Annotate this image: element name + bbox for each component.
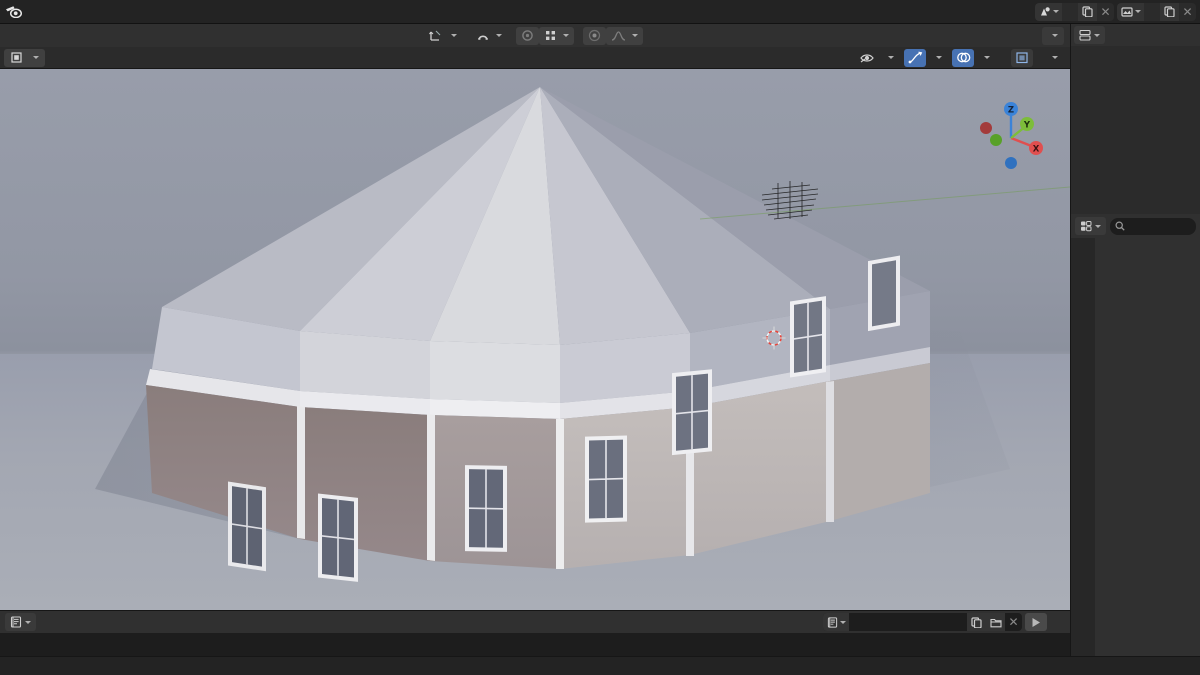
gizmo-y-label: Y [1023,121,1031,131]
close-icon[interactable]: ✕ [1005,613,1022,631]
navigation-gizmo[interactable]: Z X Y [974,101,1048,175]
visibility-eye-icon[interactable] [856,49,878,67]
3d-viewport[interactable]: Z X Y [0,69,1070,610]
xray-toggle-icon[interactable] [1011,48,1033,67]
topbar: ✕ ✕ [0,0,1200,24]
overlays-dropdown-chevron-icon[interactable] [976,49,998,67]
text-editor-type-dropdown[interactable] [5,613,36,631]
view-layer-icon[interactable] [1117,2,1144,21]
properties-editor[interactable] [1070,214,1200,656]
new-view-layer-icon[interactable] [1160,2,1179,21]
viewport-options-dropdown[interactable] [1042,26,1064,45]
snap-increment-icon[interactable] [539,26,574,45]
gizmo-icon[interactable] [904,48,926,67]
open-folder-icon[interactable] [986,613,1005,631]
blender-window: ✕ ✕ Z X Y ✕ [0,0,1200,675]
properties-header [1071,214,1200,238]
topbar-datablocks: ✕ ✕ [1035,2,1200,21]
outliner-editor[interactable] [1070,24,1200,214]
gizmo-z-label: Z [1008,106,1014,116]
text-editor-body[interactable] [0,633,1070,656]
gizmo-x-label: X [1033,145,1040,155]
new-text-icon[interactable] [967,613,986,631]
building-model [95,87,1070,582]
3d-cursor-icon [762,326,786,350]
new-scene-icon[interactable] [1078,2,1097,21]
viewport-header [0,47,1070,69]
outliner-header [1071,24,1200,46]
transform-orientation-dropdown[interactable] [424,27,462,45]
proportional-falloff-icon[interactable] [606,26,643,45]
text-editor-header: ✕ [0,610,1070,633]
tool-settings-bar [0,24,1070,47]
blender-logo-icon[interactable] [0,0,26,24]
snap-magnet-icon[interactable] [471,27,507,45]
proportional-editing-objects-icon[interactable] [583,26,606,45]
text-datablock-icon[interactable] [823,613,849,631]
scene-icon[interactable] [1035,2,1062,21]
viewport-header-right [856,48,1066,67]
shading-dropdown-chevron-icon[interactable] [1044,49,1066,67]
overlays-icon[interactable] [952,48,974,67]
search-magnifier-icon [1115,221,1125,231]
proportional-editing-icon[interactable] [516,26,539,45]
status-bar [0,656,1200,675]
visibility-dropdown-chevron-icon[interactable] [880,49,902,67]
view-layer-datablock[interactable]: ✕ [1117,2,1196,21]
properties-editor-type-dropdown[interactable] [1075,217,1106,235]
add-workspace-button[interactable] [40,9,54,15]
properties-tab-column [1071,238,1095,656]
properties-search-input[interactable] [1110,217,1196,235]
interaction-mode-dropdown[interactable] [4,48,45,67]
scene-datablock[interactable]: ✕ [1035,2,1114,21]
run-script-button[interactable] [1025,613,1047,631]
close-icon[interactable]: ✕ [1097,3,1114,21]
text-datablock-selector[interactable]: ✕ [823,613,1022,631]
gizmo-dropdown-chevron-icon[interactable] [928,49,950,67]
properties-content [1095,238,1200,656]
close-icon[interactable]: ✕ [1179,3,1196,21]
properties-body [1071,238,1200,656]
outliner-display-mode-dropdown[interactable] [1074,26,1105,44]
